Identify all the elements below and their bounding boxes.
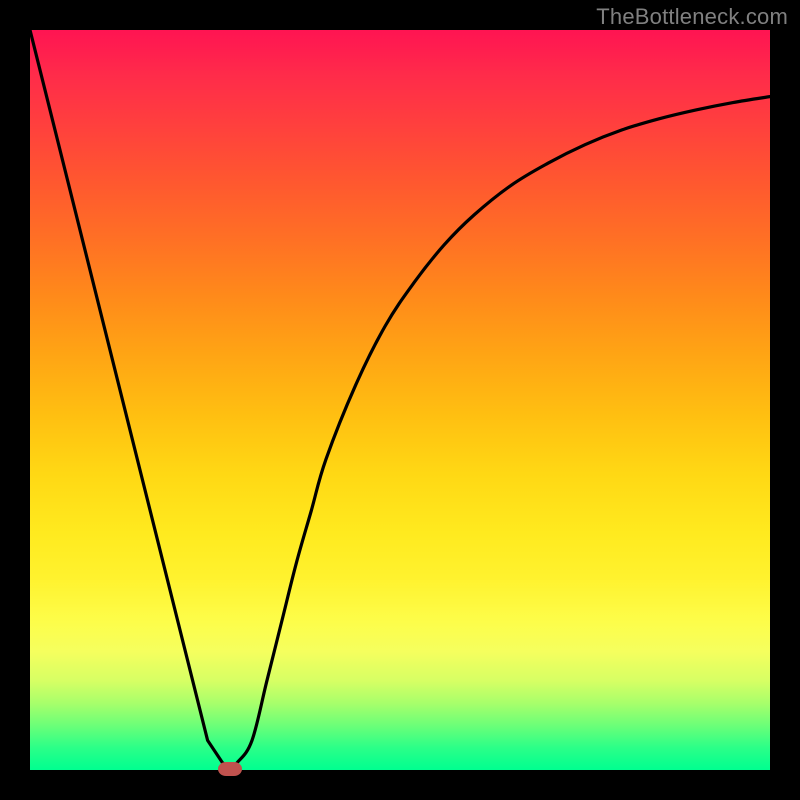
bottleneck-curve-path bbox=[30, 30, 770, 769]
chart-frame: TheBottleneck.com bbox=[0, 0, 800, 800]
optimum-marker bbox=[218, 762, 242, 776]
curve-svg bbox=[30, 30, 770, 770]
plot-area bbox=[30, 30, 770, 770]
watermark-text: TheBottleneck.com bbox=[596, 4, 788, 30]
